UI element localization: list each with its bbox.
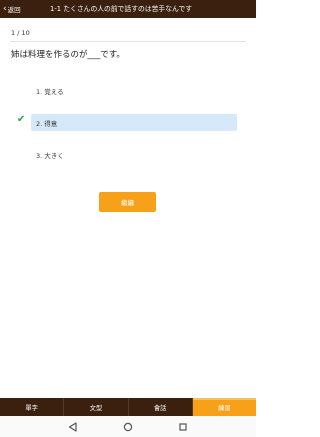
back-button[interactable]: ‹ 返回 xyxy=(0,0,21,18)
answer-option-label: 3. 大きく xyxy=(36,151,64,160)
divider xyxy=(10,41,246,42)
tab-label: 會話 xyxy=(153,404,167,412)
check-icon: ✔ xyxy=(17,114,26,125)
bottom-tab-bar: 單字 文型 會話 練習 xyxy=(0,398,257,416)
page-title: 1-1 たくさんの人の前で話すのは苦手なんです xyxy=(50,5,193,13)
back-triangle-icon[interactable] xyxy=(66,420,80,434)
recents-square-icon[interactable] xyxy=(176,420,190,434)
tab-label: 單字 xyxy=(25,404,38,412)
tab-practice[interactable]: 練習 xyxy=(192,398,257,416)
tab-label: 練習 xyxy=(218,404,231,412)
system-navigation-bar xyxy=(0,416,256,437)
chevron-left-icon: ‹ xyxy=(3,3,7,14)
top-app-bar: ‹ 返回 1-1 たくさんの人の前で話すのは苦手なんです xyxy=(0,0,256,18)
question-counter: 1 / 10 xyxy=(11,29,30,37)
home-circle-icon[interactable] xyxy=(121,420,135,434)
continue-button[interactable]: 繼續 xyxy=(99,192,156,212)
answer-option-label: 2. 得意 xyxy=(36,119,58,128)
tab-conversation[interactable]: 會話 xyxy=(129,398,193,416)
tab-sentence-pattern[interactable]: 文型 xyxy=(64,398,129,416)
tab-label: 文型 xyxy=(89,404,103,412)
answer-option-2[interactable]: 2. 得意 xyxy=(31,114,237,131)
answer-option-1[interactable]: 1. 覚える xyxy=(31,82,237,99)
answer-option-3[interactable]: 3. 大きく xyxy=(31,146,237,163)
question-text: 姉は料理を作るのが___です。 xyxy=(11,50,125,60)
tab-vocabulary[interactable]: 單字 xyxy=(0,398,65,416)
answer-option-label: 1. 覚える xyxy=(36,87,64,96)
back-label: 返回 xyxy=(7,6,21,14)
